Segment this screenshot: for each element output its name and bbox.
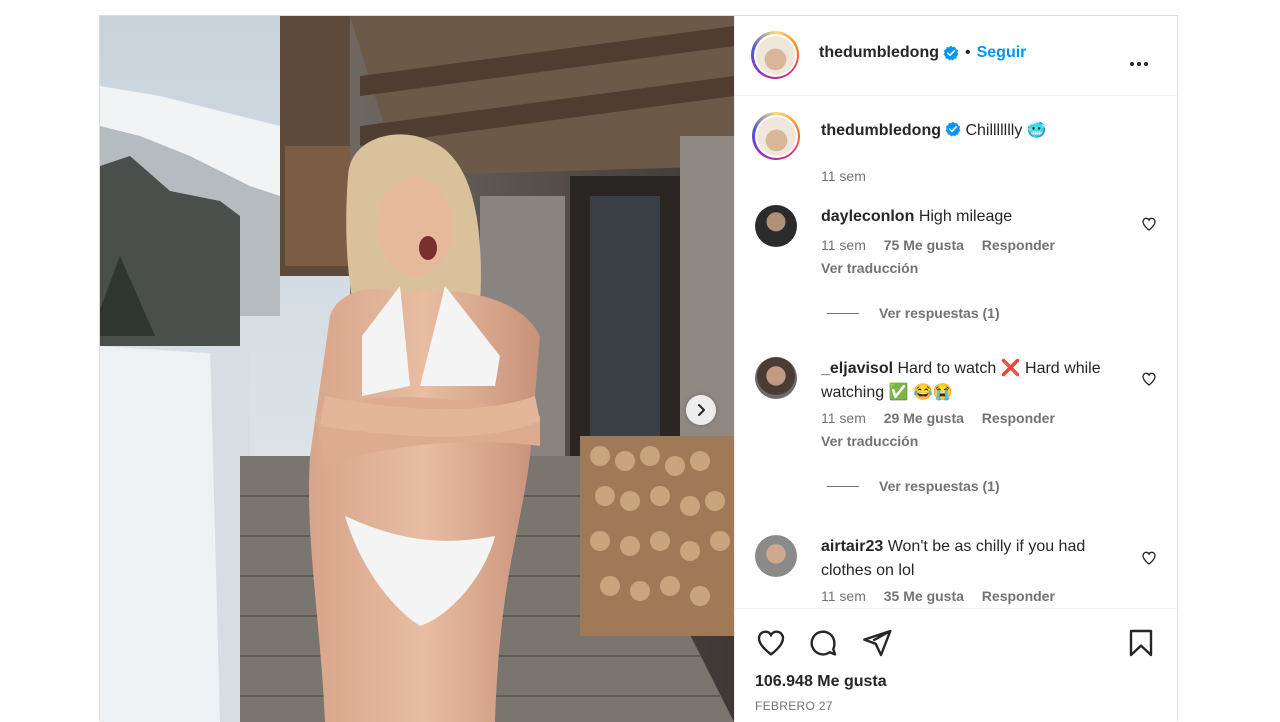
verified-badge-icon bbox=[945, 121, 961, 137]
author-avatar[interactable] bbox=[751, 31, 799, 79]
comment-likes[interactable]: 29 Me gusta bbox=[884, 410, 964, 426]
comment-time[interactable]: 11 sem bbox=[821, 588, 866, 604]
commenter-username[interactable]: airtair23 bbox=[821, 538, 883, 555]
comment-like-heart-icon[interactable] bbox=[1141, 550, 1157, 566]
comment-text: _eljavisol Hard to watch ❌ Hard while wa… bbox=[821, 357, 1106, 405]
next-photo-button[interactable] bbox=[686, 395, 716, 425]
comment-meta: 11 sem 35 Me gusta Responder bbox=[821, 588, 1069, 604]
caption-avatar[interactable] bbox=[752, 112, 800, 160]
replies-divider bbox=[827, 485, 859, 487]
translate-button[interactable]: Ver traducción bbox=[821, 260, 918, 276]
post-photo[interactable] bbox=[100, 16, 734, 722]
commenter-avatar[interactable] bbox=[755, 205, 797, 247]
view-replies-label: Ver respuestas (1) bbox=[879, 478, 1000, 494]
caption-emoji: 🥶 bbox=[1026, 122, 1047, 139]
reply-button[interactable]: Responder bbox=[982, 237, 1055, 253]
comment-item: airtair23 Won't be as chilly if you had … bbox=[755, 532, 1165, 608]
post-header: thedumbledong • Seguir bbox=[735, 16, 1177, 96]
comment-time[interactable]: 11 sem bbox=[821, 237, 866, 253]
replies-divider bbox=[827, 312, 859, 314]
comment-like-heart-icon[interactable] bbox=[1141, 216, 1157, 232]
caption-row: thedumbledong Chillllllly 🥶 11 sem bbox=[752, 112, 1165, 184]
translate-button[interactable]: Ver traducción bbox=[821, 433, 918, 449]
commenter-username[interactable]: _eljavisol bbox=[821, 360, 893, 377]
heart-icon[interactable] bbox=[755, 627, 787, 659]
more-options-icon[interactable] bbox=[1130, 53, 1151, 71]
comment-meta: 11 sem 29 Me gusta Responder bbox=[821, 410, 1069, 426]
comment-meta: 11 sem 75 Me gusta Responder bbox=[821, 237, 1069, 253]
comment-likes[interactable]: 35 Me gusta bbox=[884, 588, 964, 604]
header-user-line: thedumbledong • Seguir bbox=[819, 44, 1026, 62]
comments-list[interactable]: thedumbledong Chillllllly 🥶 11 sem dayle… bbox=[735, 96, 1177, 608]
post-actions: 106.948 Me gusta FEBRERO 27 bbox=[735, 608, 1177, 722]
chevron-right-icon bbox=[698, 404, 705, 416]
comment-item: dayleconlon High mileage 11 sem 75 Me gu… bbox=[755, 200, 1165, 340]
verified-badge-icon bbox=[943, 45, 959, 61]
comment-likes[interactable]: 75 Me gusta bbox=[884, 237, 964, 253]
view-replies-label: Ver respuestas (1) bbox=[879, 305, 1000, 321]
view-replies-button[interactable]: Ver respuestas (1) bbox=[827, 305, 1000, 321]
header-separator: • bbox=[964, 44, 971, 61]
comment-icon[interactable] bbox=[807, 627, 839, 659]
caption-body: Chillllllly bbox=[965, 122, 1023, 139]
commenter-avatar[interactable] bbox=[755, 535, 797, 577]
author-username[interactable]: thedumbledong bbox=[819, 44, 939, 62]
commenter-username[interactable]: dayleconlon bbox=[821, 208, 914, 225]
commenter-avatar[interactable] bbox=[755, 357, 797, 399]
likes-count[interactable]: 106.948 Me gusta bbox=[755, 673, 887, 691]
caption-text: thedumbledong Chillllllly 🥶 bbox=[821, 119, 1141, 143]
post-date[interactable]: FEBRERO 27 bbox=[755, 699, 833, 713]
post-side-panel: thedumbledong • Seguir thedumbledong Chi… bbox=[734, 16, 1177, 722]
comment-text: airtair23 Won't be as chilly if you had … bbox=[821, 535, 1106, 583]
comment-item: _eljavisol Hard to watch ❌ Hard while wa… bbox=[755, 354, 1165, 504]
share-icon[interactable] bbox=[861, 627, 893, 659]
comment-like-heart-icon[interactable] bbox=[1141, 371, 1157, 387]
comment-time[interactable]: 11 sem bbox=[821, 410, 866, 426]
bookmark-icon[interactable] bbox=[1125, 627, 1157, 659]
caption-time[interactable]: 11 sem bbox=[821, 168, 866, 184]
comment-body: High mileage bbox=[918, 208, 1013, 225]
comment-text: dayleconlon High mileage bbox=[821, 205, 1106, 229]
view-replies-button[interactable]: Ver respuestas (1) bbox=[827, 478, 1000, 494]
reply-button[interactable]: Responder bbox=[982, 410, 1055, 426]
instagram-post: thedumbledong • Seguir thedumbledong Chi… bbox=[99, 15, 1178, 722]
reply-button[interactable]: Responder bbox=[982, 588, 1055, 604]
caption-meta: 11 sem bbox=[821, 168, 880, 184]
photo-illustration bbox=[100, 16, 734, 722]
caption-username[interactable]: thedumbledong bbox=[821, 122, 941, 139]
follow-button[interactable]: Seguir bbox=[977, 44, 1027, 62]
